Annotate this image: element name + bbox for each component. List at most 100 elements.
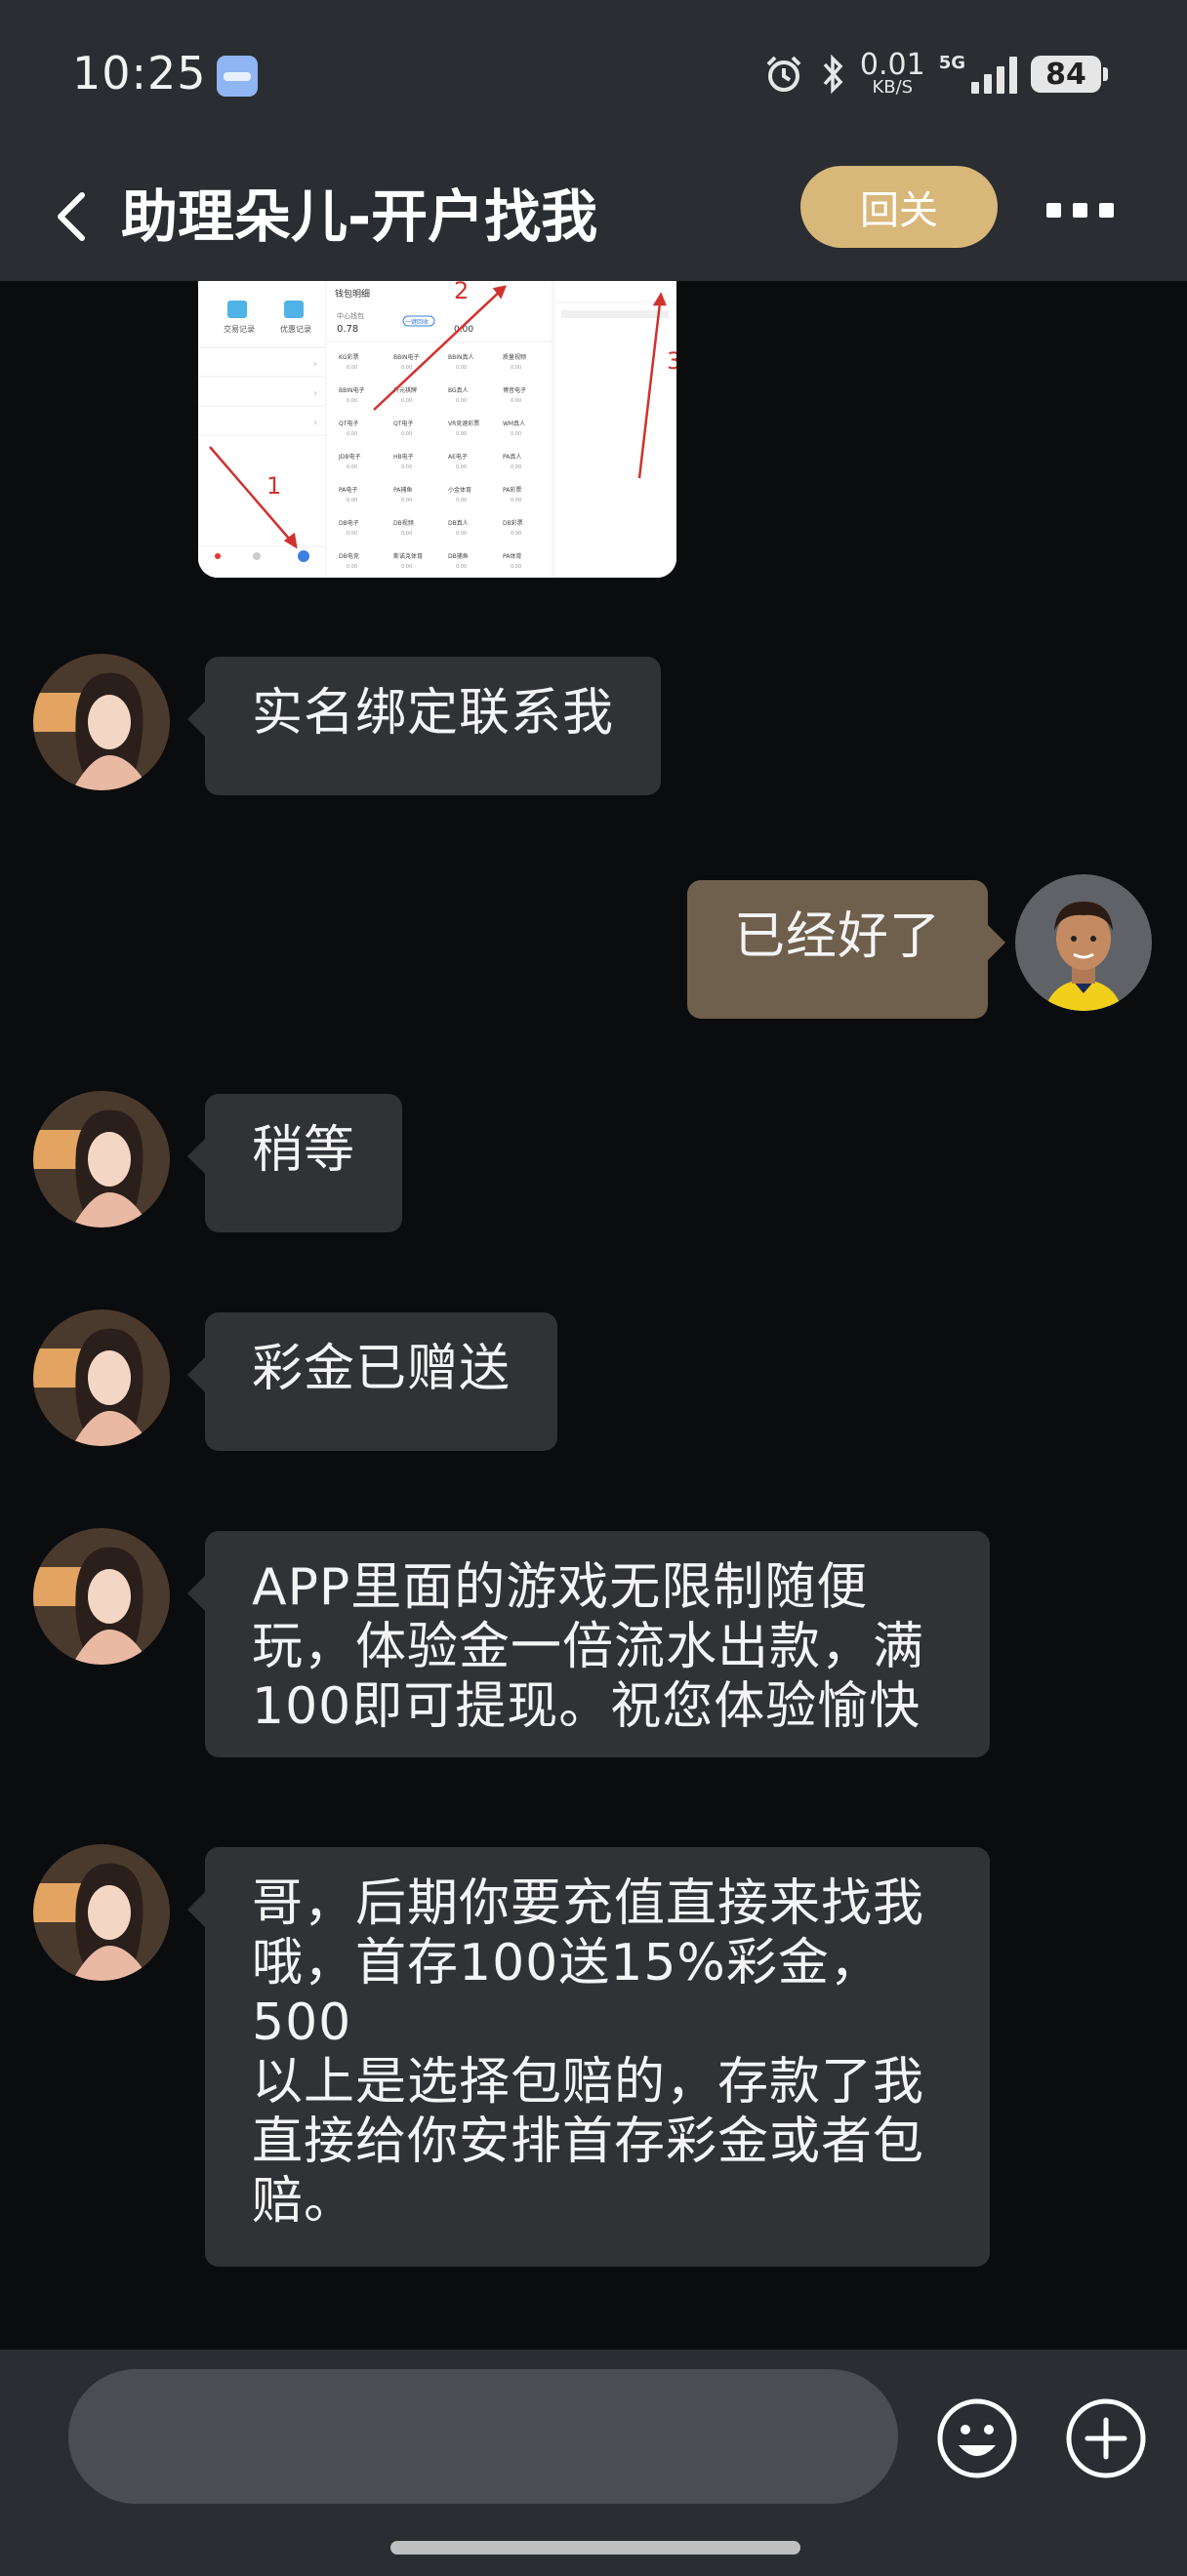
- game-wallet-value: 0.00: [347, 398, 357, 404]
- game-wallet-value: 0.00: [511, 464, 521, 470]
- svg-text:›: ›: [313, 388, 317, 399]
- game-wallet-name: PA体育: [503, 552, 521, 560]
- emoji-icon: [937, 2398, 1017, 2478]
- shot-label-2: 优惠记录: [280, 324, 311, 334]
- game-wallet-name: DB彩票: [503, 519, 523, 527]
- game-wallet-name: 小金体育: [448, 486, 471, 494]
- game-wallet-name: PA捕鱼: [393, 486, 412, 494]
- game-wallet-value: 0.00: [347, 431, 357, 437]
- game-wallet-value: 0.00: [401, 498, 412, 503]
- game-wallet-name: JDB电子: [338, 453, 361, 461]
- game-wallet-name: 斯诺克体育: [393, 552, 423, 560]
- message-input[interactable]: [68, 2369, 898, 2504]
- svg-text:中心钱包: 中心钱包: [337, 311, 364, 320]
- game-wallet-value: 0.00: [347, 531, 357, 537]
- home-indicator[interactable]: [390, 2541, 800, 2555]
- game-wallet-value: 0.00: [456, 398, 467, 404]
- svg-text:一键回收: 一键回收: [405, 318, 429, 326]
- game-wallet-value: 0.00: [401, 564, 412, 570]
- more-options-button[interactable]: [1046, 185, 1125, 234]
- game-wallet-value: 0.00: [456, 464, 467, 470]
- chevron-left-icon: [58, 192, 85, 241]
- game-wallet-value: 0.00: [511, 365, 521, 371]
- image-message[interactable]: 交易记录 优惠记录 › › › 钱包明细 中心钱包 0.78 一键回收 0.00…: [198, 281, 676, 578]
- game-wallet-name: 博音电子: [503, 386, 526, 394]
- game-wallet-name: AE电子: [448, 453, 468, 461]
- game-wallet-value: 0.00: [511, 431, 521, 437]
- game-wallet-value: 0.00: [347, 365, 357, 371]
- status-time: 10:25: [72, 47, 207, 100]
- message-bubble[interactable]: APP里面的游戏无限制随便 玩，体验金一倍流水出款，满 100即可提现。祝您体验…: [187, 1531, 990, 1757]
- follow-back-button[interactable]: 回关: [800, 166, 998, 248]
- promotion-record-icon: [284, 301, 304, 318]
- game-wallet-value: 0.00: [401, 531, 412, 537]
- chat-message-list[interactable]: 交易记录 优惠记录 › › › 钱包明细 中心钱包 0.78 一键回收 0.00…: [0, 281, 1187, 2350]
- game-wallet-value: 0.00: [401, 365, 412, 371]
- game-wallet-name: BBIN真人: [448, 353, 474, 361]
- avatar-assistant[interactable]: [33, 1844, 170, 1981]
- app-notification-icon: [217, 56, 258, 97]
- signal-icon: [971, 55, 1017, 94]
- game-wallet-value: 0.00: [456, 564, 467, 570]
- back-button[interactable]: [43, 178, 102, 256]
- game-wallet-name: DB电子: [339, 519, 359, 527]
- game-wallet-value: 0.00: [511, 398, 521, 404]
- screenshot-image: 交易记录 优惠记录 › › › 钱包明细 中心钱包 0.78 一键回收 0.00…: [198, 281, 676, 578]
- message-bubble[interactable]: 稍等: [186, 1094, 403, 1232]
- game-wallet-name: VR竞速彩票: [448, 420, 479, 427]
- game-wallet-name: DB视频: [393, 519, 414, 527]
- bluetooth-icon: [823, 54, 843, 95]
- game-wallet-value: 0.00: [456, 498, 467, 503]
- dot-icon: [1099, 202, 1114, 218]
- chat-title: 助理朵儿-开户找我: [121, 183, 598, 250]
- game-wallet-value: 0.00: [401, 431, 412, 437]
- message-bubble-self[interactable]: 已经好了: [687, 880, 1006, 1019]
- avatar-assistant[interactable]: [33, 1091, 170, 1228]
- game-wallet-name: WM真人: [503, 420, 525, 427]
- game-wallet-name: DB捕鱼: [448, 552, 469, 560]
- game-wallet-name: PA彩票: [503, 486, 521, 494]
- game-wallet-value: 0.00: [456, 531, 467, 537]
- game-wallet-name: QT电子: [339, 420, 358, 427]
- game-wallet-value: 0.00: [456, 365, 467, 371]
- game-wallet-value: 0.00: [511, 564, 521, 570]
- avatar-assistant[interactable]: [33, 654, 170, 790]
- network-speed: 0.01 KB/S: [859, 48, 925, 98]
- shot-wallet-title: 钱包明细: [335, 288, 370, 300]
- message-bubble[interactable]: 彩金已赠送: [186, 1312, 558, 1451]
- game-wallet-value: 0.00: [511, 498, 521, 503]
- game-wallet-name: KG彩票: [339, 353, 359, 361]
- annotation-3: 3: [667, 347, 676, 375]
- avatar-assistant[interactable]: [33, 1528, 170, 1665]
- game-wallet-value: 0.00: [347, 564, 357, 570]
- alarm-icon: [766, 56, 801, 92]
- game-wallet-name: PA电子: [339, 486, 357, 494]
- game-wallet-name: 质量视频: [503, 353, 526, 361]
- game-wallet-name: HB电子: [393, 453, 414, 461]
- game-wallet-name: BBIN电子: [393, 353, 420, 361]
- message-bubble[interactable]: 实名绑定联系我: [186, 657, 662, 795]
- game-wallet-name: QT电子: [393, 420, 413, 427]
- game-wallet-value: 0.00: [347, 498, 357, 503]
- game-wallet-name: DB电竞: [339, 552, 359, 560]
- game-wallet-value: 0.00: [401, 464, 412, 470]
- avatar-self[interactable]: [1015, 874, 1152, 1011]
- avatar-assistant[interactable]: [33, 1309, 170, 1446]
- game-wallet-name: BBIN电子: [339, 386, 365, 394]
- chat-header: 助理朵儿-开户找我 回关: [0, 156, 1187, 281]
- shot-label-1: 交易记录: [224, 324, 255, 334]
- game-wallet-name: DB真人: [448, 519, 469, 527]
- message-bubble[interactable]: 哥，后期你要充值直接来找我 哦，首存100送15%彩金，500 以上是选择包赔的…: [187, 1847, 990, 2267]
- battery-icon: 84: [1031, 56, 1108, 93]
- add-attachment-button[interactable]: [1064, 2396, 1148, 2480]
- game-wallet-value: 0.00: [401, 398, 412, 404]
- svg-text:›: ›: [313, 359, 317, 370]
- game-wallet-name: BG真人: [448, 386, 469, 394]
- svg-text:›: ›: [313, 418, 317, 428]
- emoji-button[interactable]: [935, 2396, 1019, 2480]
- game-wallet-value: 0.00: [347, 464, 357, 470]
- dot-icon: [1073, 202, 1087, 218]
- status-bar: 10:25 0.01 KB/S 5G 84: [0, 0, 1187, 156]
- annotation-1: 1: [266, 472, 281, 500]
- game-wallet-value: 0.00: [456, 431, 467, 437]
